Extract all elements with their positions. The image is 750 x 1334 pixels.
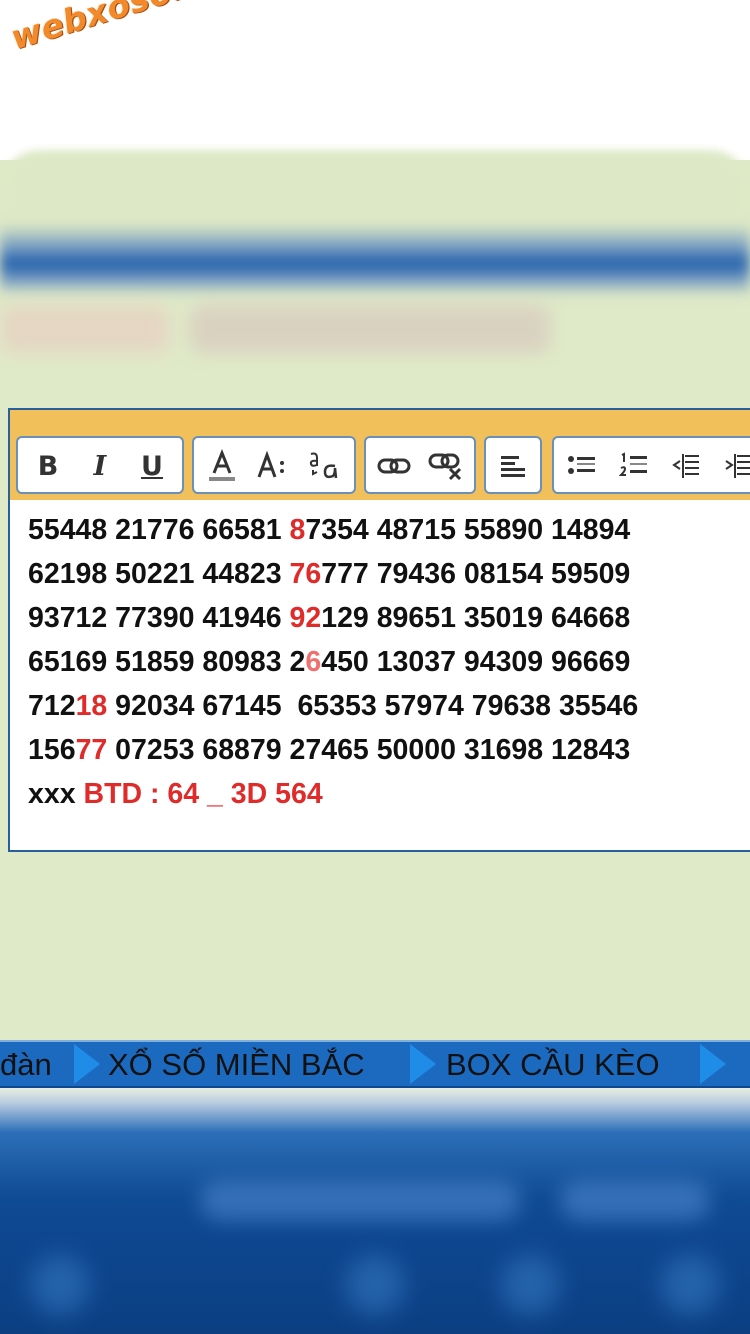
italic-button[interactable]: I	[80, 446, 120, 486]
blurred-text	[0, 305, 170, 353]
font-color-button[interactable]	[202, 446, 242, 486]
link-button[interactable]	[374, 446, 414, 486]
post-line: 65169 51859 80983 26450 13037 94309 9666…	[28, 640, 748, 684]
bullet-list-button[interactable]	[562, 446, 602, 486]
blurred-text	[560, 1180, 710, 1220]
toolbar-group-align	[484, 436, 542, 494]
highlighted-number: 77	[75, 734, 108, 766]
outdent-icon	[672, 454, 699, 478]
font-size-button[interactable]	[252, 446, 292, 486]
post-editor[interactable]: B I U 55448 21776 66581 87354 48715 5589…	[8, 408, 750, 852]
editor-toolbar: B I U	[10, 410, 750, 500]
number-text: 93712 77390 41946	[28, 602, 290, 634]
blurred-text	[200, 1180, 520, 1220]
number-text: 450 13037 94309 96669	[321, 646, 631, 678]
link-icon	[377, 458, 411, 474]
number-text: 156	[28, 734, 76, 766]
font-size-icon	[257, 451, 284, 478]
bold-button[interactable]: B	[28, 446, 68, 486]
number-text: 55448 21776 66581	[28, 514, 290, 546]
post-line: xxx BTD : 64 _ 3D 564	[28, 772, 748, 816]
numbered-list-icon	[619, 452, 647, 476]
breadcrumb-item-box-cau-keo[interactable]: BOX CẦU KÈO	[446, 1042, 660, 1086]
breadcrumb-nav: đàn XỔ SỐ MIỀN BẮC BOX CẦU KÈO	[0, 1040, 750, 1088]
highlighted-number: 76	[289, 558, 322, 590]
highlighted-number: 6	[305, 646, 322, 678]
number-text: 712	[28, 690, 76, 722]
post-line: 71218 92034 67145 65353 57974 79638 3554…	[28, 684, 748, 728]
post-line: 55448 21776 66581 87354 48715 55890 1489…	[28, 508, 748, 552]
italic-icon: I	[93, 450, 107, 482]
highlighted-number: BTD : 64 _ 3D 564	[83, 778, 323, 810]
blurred-icon	[660, 1255, 720, 1315]
font-face-icon	[309, 452, 338, 479]
toolbar-group-style: B I U	[16, 436, 184, 494]
align-left-icon	[501, 456, 525, 477]
post-line: 62198 50221 44823 76777 79436 08154 5950…	[28, 552, 748, 596]
site-logo[interactable]: webxoso.net	[6, 0, 249, 57]
toolbar-group-font	[192, 436, 356, 494]
align-left-button[interactable]	[493, 446, 533, 486]
number-text: xxx	[28, 778, 84, 810]
number-text: 777 79436 08154 59509	[321, 558, 631, 590]
breadcrumb-item-forum[interactable]: đàn	[0, 1042, 52, 1086]
number-text: 7354 48715 55890 14894	[305, 514, 631, 546]
bullet-list-icon	[568, 456, 595, 474]
underline-button[interactable]: U	[132, 446, 172, 486]
number-text: 07253 68879 27465 50000 31698 12843	[107, 734, 631, 766]
blurred-text	[190, 305, 550, 353]
chevron-right-icon	[74, 1044, 100, 1084]
post-line: 93712 77390 41946 92129 89651 35019 6466…	[28, 596, 748, 640]
number-text: 62198 50221 44823	[28, 558, 290, 590]
numbered-list-button[interactable]	[614, 446, 654, 486]
bold-icon: B	[37, 450, 59, 482]
chevron-right-icon	[410, 1044, 436, 1084]
font-face-button[interactable]	[304, 446, 344, 486]
blurred-icon	[500, 1255, 560, 1315]
blurred-icon	[345, 1255, 405, 1315]
number-text: 92034 67145 65353 57974 79638 35546	[107, 690, 639, 722]
number-text: 129 89651 35019 64668	[321, 602, 631, 634]
outdent-button[interactable]	[666, 446, 706, 486]
highlighted-number: 92	[289, 602, 322, 634]
highlighted-number: 8	[289, 514, 306, 546]
chevron-right-icon	[700, 1044, 726, 1084]
toolbar-group-link	[364, 436, 476, 494]
blurred-icon	[30, 1255, 90, 1315]
blurred-title-bar	[0, 225, 750, 295]
underline-icon: U	[141, 450, 163, 482]
number-text: 65169 51859 80983 2	[28, 646, 306, 678]
indent-icon	[725, 454, 750, 478]
font-color-icon	[209, 449, 235, 481]
toolbar-group-list	[552, 436, 750, 494]
breadcrumb-item-xo-so-mien-bac[interactable]: XỔ SỐ MIỀN BẮC	[108, 1042, 365, 1086]
indent-button[interactable]	[718, 446, 750, 486]
post-content[interactable]: 55448 21776 66581 87354 48715 55890 1489…	[28, 508, 748, 816]
unlink-icon	[428, 453, 462, 481]
highlighted-number: 18	[75, 690, 108, 722]
post-line: 15677 07253 68879 27465 50000 31698 1284…	[28, 728, 748, 772]
unlink-button[interactable]	[426, 446, 466, 486]
